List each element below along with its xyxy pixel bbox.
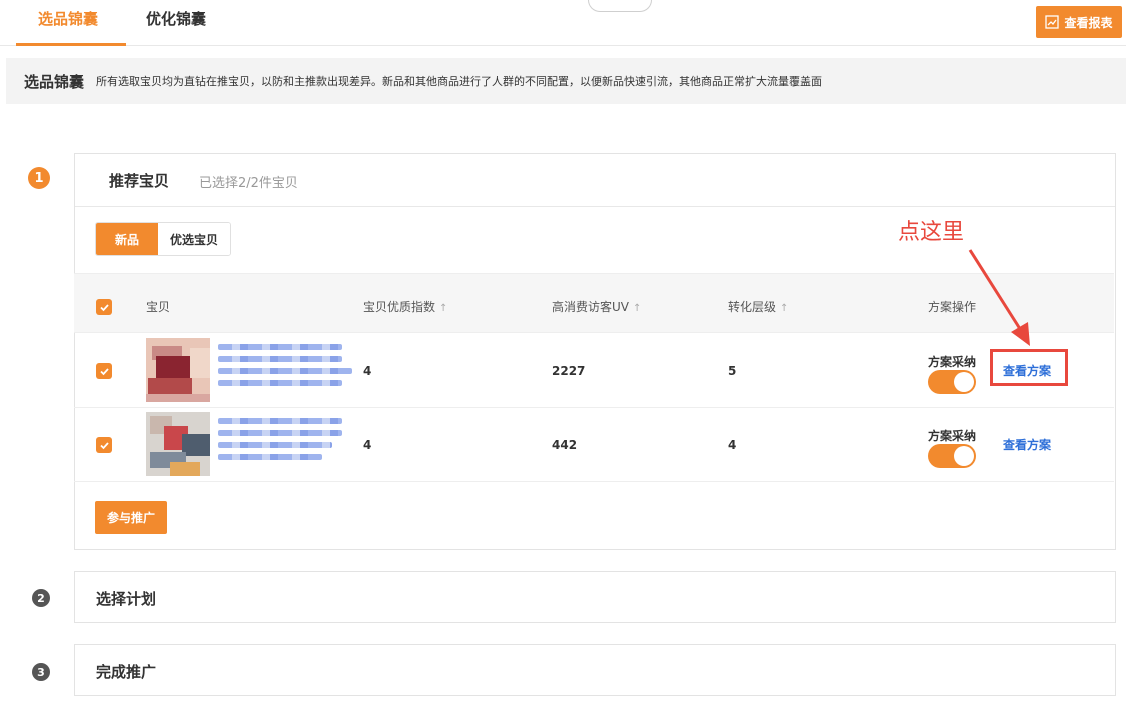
- annotation-highlight-box: [990, 349, 1068, 386]
- step-2-number: 2: [32, 589, 50, 607]
- sort-arrow-icon: ↑: [780, 303, 789, 314]
- header-quality-index[interactable]: 宝贝优质指数 ↑: [363, 298, 447, 315]
- quality-index-value: 4: [363, 438, 372, 452]
- header-high-spend-uv[interactable]: 高消费访客UV ↑: [552, 298, 641, 315]
- sort-arrow-icon: ↑: [633, 303, 642, 314]
- row-checkbox[interactable]: [96, 363, 112, 379]
- header-conversion-level-label: 转化层级: [728, 300, 777, 314]
- step-2-panel[interactable]: [74, 571, 1116, 623]
- blurred-title-line: [218, 356, 342, 362]
- high-spend-uv-value: 2227: [552, 364, 586, 378]
- select-all-checkbox[interactable]: [96, 299, 112, 315]
- view-report-label: 查看报表: [1064, 15, 1113, 30]
- adopt-plan-toggle[interactable]: [928, 444, 976, 468]
- step-3-number: 3: [32, 663, 50, 681]
- adopt-plan-toggle[interactable]: [928, 370, 976, 394]
- header-high-spend-uv-label: 高消费访客UV: [552, 300, 629, 314]
- adopt-plan-label: 方案采纳: [928, 355, 977, 369]
- header-plan-action: 方案操作: [928, 300, 977, 314]
- product-thumbnail[interactable]: [146, 412, 210, 476]
- view-report-button[interactable]: 查看报表: [1036, 6, 1122, 38]
- blurred-title-line: [218, 344, 342, 350]
- table-row: 4 2227 5 方案采纳 查看方案: [74, 334, 1114, 408]
- tab-selection-tips[interactable]: 选品锦囊: [38, 8, 98, 29]
- row-checkbox[interactable]: [96, 437, 112, 453]
- table-row: 4 442 4 方案采纳 查看方案: [74, 408, 1114, 482]
- blurred-title-line: [218, 380, 342, 386]
- check-icon: [99, 303, 109, 311]
- header-quality-index-label: 宝贝优质指数: [363, 300, 436, 314]
- top-decoration: [588, 0, 652, 12]
- top-tab-bar: 选品锦囊 优化锦囊 查看报表: [0, 0, 1126, 46]
- segment-new-items[interactable]: 新品: [96, 223, 158, 255]
- product-thumbnail[interactable]: [146, 338, 210, 402]
- step-1-number: 1: [28, 167, 50, 189]
- notice-title: 选品锦囊: [24, 72, 85, 91]
- item-type-segmented-control: 新品 优选宝贝: [95, 222, 231, 256]
- active-tab-indicator: [16, 43, 126, 46]
- adopt-plan-label: 方案采纳: [928, 429, 977, 443]
- table-header: 宝贝 宝贝优质指数 ↑ 高消费访客UV ↑ 转化层级 ↑ 方案操作: [74, 273, 1114, 333]
- step-1-title: 推荐宝贝: [109, 172, 170, 190]
- blurred-title-line: [218, 454, 322, 460]
- selected-count: 已选择2/2件宝贝: [199, 176, 298, 191]
- step-2-title: 选择计划: [96, 590, 157, 608]
- header-conversion-level[interactable]: 转化层级 ↑: [728, 298, 788, 315]
- quality-index-value: 4: [363, 364, 372, 378]
- annotation-text: 点这里: [898, 220, 965, 245]
- header-item: 宝贝: [146, 300, 171, 314]
- step-3-panel[interactable]: [74, 644, 1116, 696]
- blurred-title-line: [218, 418, 342, 424]
- high-spend-uv-value: 442: [552, 438, 578, 452]
- conversion-level-value: 5: [728, 364, 737, 378]
- view-plan-link[interactable]: 查看方案: [1003, 436, 1051, 453]
- toggle-knob: [954, 446, 974, 466]
- join-promotion-button[interactable]: 参与推广: [95, 501, 167, 534]
- step-3-title: 完成推广: [96, 663, 157, 681]
- blurred-title-line: [218, 430, 342, 436]
- conversion-level-value: 4: [728, 438, 737, 452]
- notice-bar: 选品锦囊 所有选取宝贝均为直钻在推宝贝，以防和主推款出现差异。新品和其他商品进行…: [6, 58, 1126, 104]
- blurred-title-line: [218, 368, 352, 374]
- toggle-knob: [954, 372, 974, 392]
- segment-selected-items[interactable]: 优选宝贝: [158, 223, 230, 255]
- check-icon: [99, 441, 109, 449]
- check-icon: [99, 367, 109, 375]
- notice-text: 所有选取宝贝均为直钻在推宝贝，以防和主推款出现差异。新品和其他商品进行了人群的不…: [96, 75, 823, 88]
- blurred-title-line: [218, 442, 332, 448]
- chart-icon: [1045, 15, 1060, 29]
- sort-arrow-icon: ↑: [439, 303, 448, 314]
- tab-optimization-tips[interactable]: 优化锦囊: [146, 8, 206, 29]
